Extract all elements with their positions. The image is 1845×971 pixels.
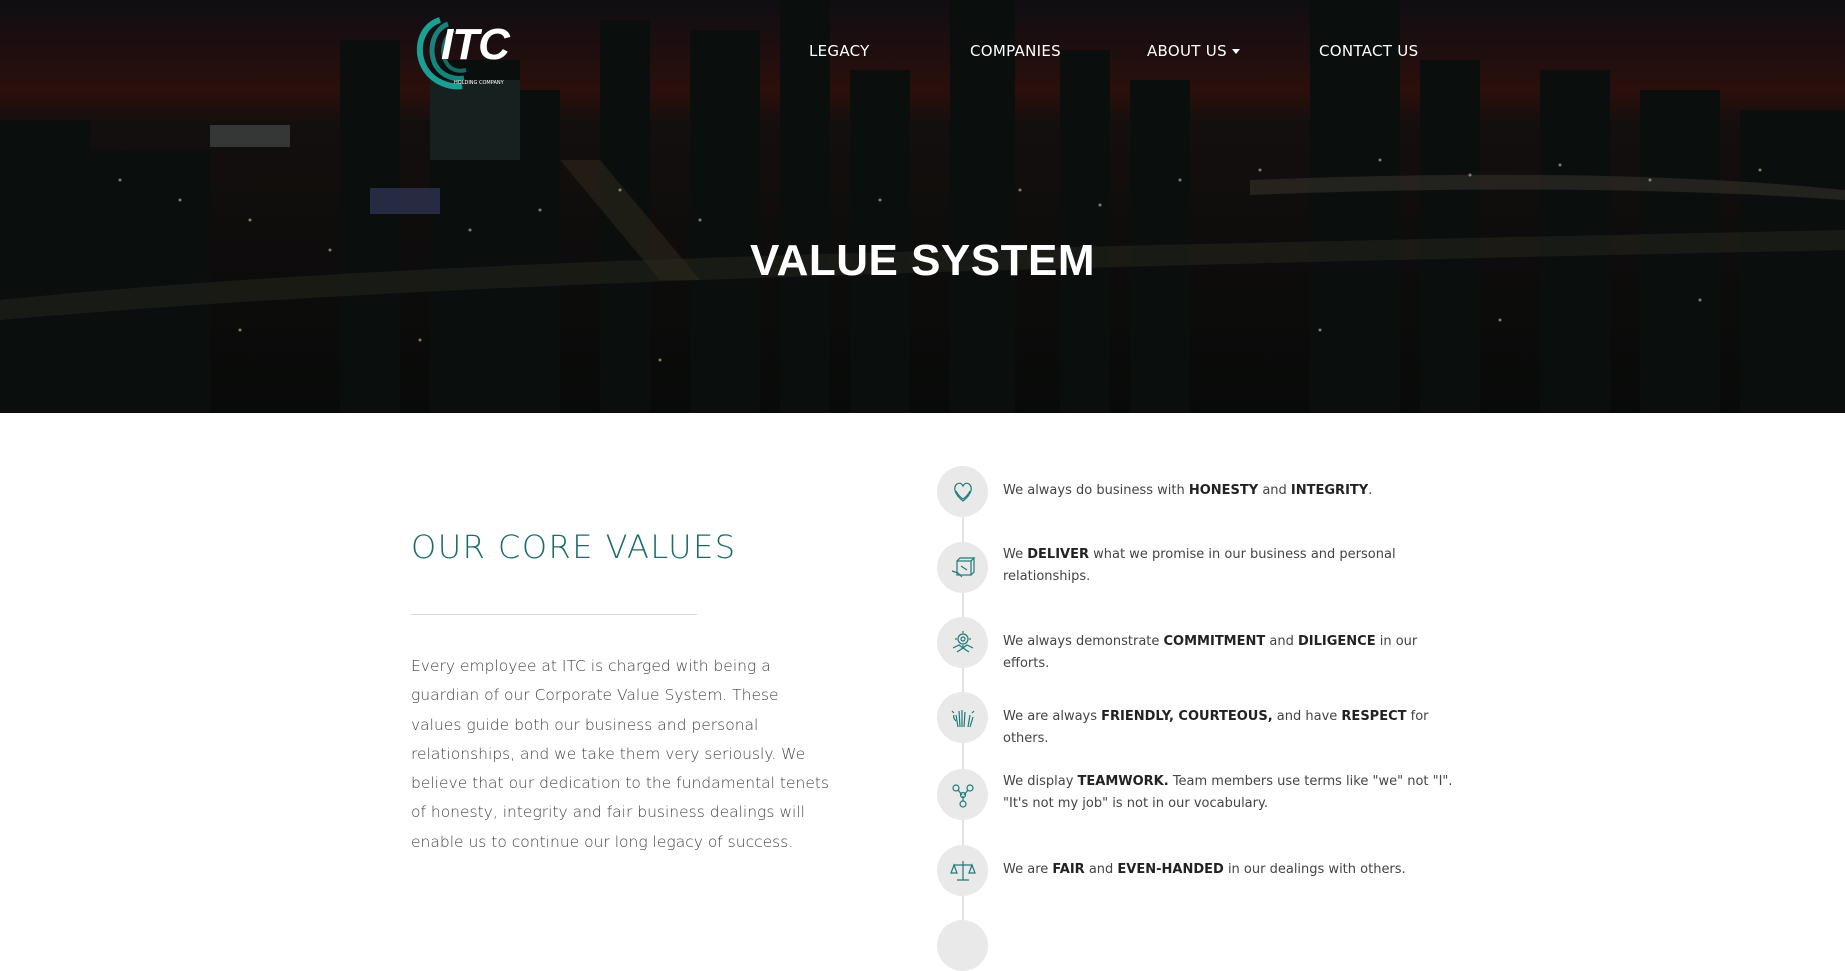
core-values-intro: Every employee at ITC is charged with be…: [411, 657, 830, 851]
delivery-box-icon: [937, 542, 988, 593]
value-keyword: EVEN-HANDED: [1117, 862, 1224, 877]
value-text: We display TEAMWORK. Team members use te…: [1003, 771, 1453, 815]
nav-contact-us[interactable]: CONTACT US: [1319, 42, 1418, 60]
handshake-gear-icon: [937, 617, 988, 668]
waving-hands-icon: [937, 692, 988, 743]
value-keyword: HONESTY: [1188, 483, 1259, 498]
value-keyword: INTEGRITY: [1290, 483, 1369, 498]
value-text: We always do business with HONESTY and I…: [1003, 480, 1453, 502]
value-phrase: in our dealings with others.: [1223, 862, 1406, 877]
value-phrase: and: [1084, 862, 1118, 877]
nav-about-us[interactable]: ABOUT US: [1147, 42, 1240, 60]
value-keyword: DELIVER: [1027, 547, 1089, 562]
value-text: We always demonstrate COMMITMENT and DIL…: [1003, 631, 1453, 675]
value-text: We are FAIR and EVEN-HANDED in our deali…: [1003, 859, 1453, 881]
svg-text:HOLDING COMPANY: HOLDING COMPANY: [454, 80, 505, 86]
value-icon: [937, 920, 988, 971]
value-phrase: We are: [1003, 862, 1053, 877]
value-keyword: TEAMWORK.: [1077, 774, 1169, 789]
nav-companies[interactable]: COMPANIES: [970, 42, 1061, 60]
value-keyword: COMMITMENT: [1163, 634, 1266, 649]
teamwork-icon: [937, 769, 988, 820]
scales-icon: [937, 845, 988, 896]
value-phrase: We: [1003, 547, 1028, 562]
value-phrase: and: [1265, 634, 1298, 649]
nav-legacy-label: LEGACY: [809, 42, 870, 60]
value-keyword: RESPECT: [1341, 709, 1407, 724]
heart-hands-icon: [937, 466, 988, 517]
value-phrase: We display: [1003, 774, 1078, 789]
chevron-down-icon: [1231, 49, 1240, 54]
nav-legacy[interactable]: LEGACY: [809, 42, 870, 60]
nav-contact-us-label: CONTACT US: [1319, 42, 1419, 60]
value-phrase: We always do business with: [1003, 483, 1189, 498]
divider: [411, 614, 697, 615]
nav-companies-label: COMPANIES: [970, 42, 1061, 60]
value-text: We DELIVER what we promise in our busine…: [1003, 544, 1453, 588]
page-title: VALUE SYSTEM: [749, 236, 1095, 285]
main-nav: LEGACY COMPANIES ABOUT US CONTACT US: [0, 42, 1845, 66]
nav-about-us-label: ABOUT US: [1147, 42, 1227, 60]
core-values-heading: OUR CORE VALUES: [411, 528, 737, 566]
value-keyword: DILIGENCE: [1297, 634, 1376, 649]
value-keyword: FRIENDLY, COURTEOUS,: [1101, 709, 1273, 724]
value-phrase: .: [1368, 483, 1373, 498]
value-phrase: We always demonstrate: [1003, 634, 1164, 649]
value-phrase: and: [1258, 483, 1291, 498]
value-keyword: FAIR: [1052, 862, 1085, 877]
value-phrase: We are always: [1003, 709, 1102, 724]
value-phrase: and have: [1272, 709, 1342, 724]
value-text: We are always FRIENDLY, COURTEOUS, and h…: [1003, 706, 1453, 750]
hero-banner: HOLDING COMPANY ITC LEGACY COMPANIES ABO…: [0, 0, 1845, 413]
